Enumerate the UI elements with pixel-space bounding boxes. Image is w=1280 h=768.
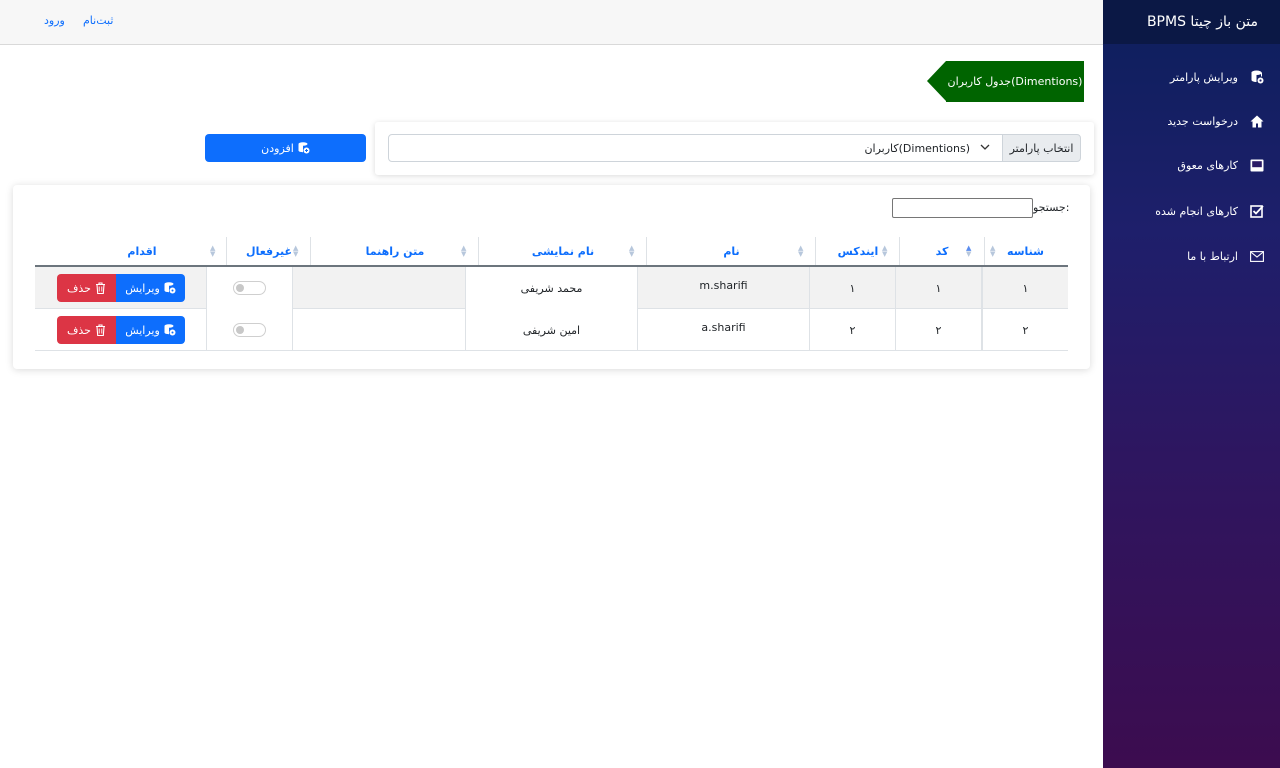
cell-code: ۱ (895, 267, 981, 309)
cell-help-text (292, 309, 465, 351)
cell-display-name: محمد شریفی (465, 267, 637, 309)
sort-icon: ▲ ▼ (293, 244, 299, 258)
cell-index: ۲ (809, 309, 895, 351)
sidebar-item-label: کارهای انجام شده (1155, 204, 1238, 218)
inbox-icon (1250, 158, 1264, 172)
sidebar-item-label: ویرایش پارامتر (1169, 70, 1238, 84)
cell-id: ۲ (981, 309, 1068, 351)
database-gear-icon (164, 282, 176, 294)
column-header-help-text[interactable]: ▲ ▼ متن راهنما (311, 237, 479, 266)
cell-name: a.sharifi (637, 309, 809, 351)
sidebar-item-edit-parameter[interactable]: ویرایش پارامتر (1103, 64, 1280, 90)
delete-button[interactable]: حذف (57, 274, 116, 302)
edit-button[interactable]: ویرایش (116, 316, 185, 344)
cell-display-name: امین شریفی (465, 309, 637, 351)
cell-index: ۱ (809, 267, 895, 309)
page-title: جدول کاربران(Dimentions) (946, 61, 1084, 102)
cell-inactive (206, 309, 292, 351)
sidebar-item-contact-us[interactable]: ارتباط با ما (1103, 243, 1280, 269)
title-ribbon-arrow (927, 61, 946, 101)
parameter-select-label: انتخاب پارامتر (1002, 134, 1081, 162)
sort-icon: ▲ ▼ (461, 244, 467, 258)
search-input[interactable] (892, 198, 1033, 218)
row-actions: حذف ویرایش (57, 274, 185, 302)
sidebar-item-pending-tasks[interactable]: کارهای معوق (1103, 152, 1280, 178)
parameter-select-value: کاربران(Dimentions) (864, 141, 970, 155)
sidebar-item-new-request[interactable]: درخواست جدید (1103, 108, 1280, 134)
register-link[interactable]: ثبت‌نام (83, 14, 113, 27)
home-icon (1250, 114, 1264, 128)
parameter-select[interactable]: کاربران(Dimentions) (388, 134, 1003, 162)
check-square-icon (1250, 204, 1264, 218)
database-gear-icon (1250, 70, 1264, 84)
column-header-action[interactable]: ▲ ▼ اقدام (57, 237, 227, 266)
cell-id: ۱ (981, 267, 1068, 309)
sidebar-brand[interactable]: BPMS متن باز چیتا (1103, 0, 1280, 44)
trash-icon (95, 324, 106, 336)
sidebar-item-completed-tasks[interactable]: کارهای انجام شده (1103, 198, 1280, 224)
top-navbar: ثبت‌نام ورود (0, 0, 1103, 45)
cell-code: ۲ (895, 309, 981, 351)
sidebar-item-label: ارتباط با ما (1187, 249, 1238, 263)
add-button-label: افزودن (261, 141, 294, 155)
delete-button[interactable]: حذف (57, 316, 116, 344)
sort-icon: ▲ ▼ (629, 244, 635, 258)
envelope-icon (1250, 249, 1264, 263)
inactive-toggle[interactable] (233, 323, 266, 337)
inactive-toggle[interactable] (233, 281, 266, 295)
trash-icon (95, 282, 106, 294)
row-actions: حذف ویرایش (57, 316, 185, 344)
sort-icon: ▲ ▼ (990, 244, 996, 258)
chevron-down-icon (980, 143, 990, 153)
sort-icon: ▲ ▼ (798, 244, 804, 258)
edit-button[interactable]: ویرایش (116, 274, 185, 302)
table-row: ۲ ۲ ۲ a.sharifi امین شریفی حذف ویرایش (35, 309, 1068, 351)
database-add-icon (298, 142, 310, 154)
add-button[interactable]: افزودن (205, 134, 366, 162)
sort-icon: ▲ ▼ (210, 244, 216, 258)
search-label: جستجو: (1033, 201, 1070, 214)
sort-asc-icon: ▲ ▼ (966, 244, 972, 258)
column-header-display-name[interactable]: ▲ ▼ نام نمایشی (479, 237, 647, 266)
cell-name: m.sharifi (637, 267, 809, 309)
column-header-id[interactable]: ▲ ▼ شناسه (984, 237, 1067, 266)
sort-icon: ▲ ▼ (882, 244, 888, 258)
parameter-select-card: انتخاب پارامتر کاربران(Dimentions) (375, 122, 1094, 175)
cell-inactive (206, 267, 292, 309)
table-row: ۱ ۱ ۱ m.sharifi محمد شریفی حذف ویرایش (35, 267, 1068, 309)
column-header-inactive[interactable]: ▲ ▼ غیرفعال (227, 237, 311, 266)
column-header-code[interactable]: ▲ ▼ کد (900, 237, 984, 266)
column-header-name[interactable]: ▲ ▼ نام (647, 237, 816, 266)
sidebar-item-label: کارهای معوق (1177, 158, 1238, 172)
sidebar: BPMS متن باز چیتا ویرایش پارامتر درخواست… (1103, 0, 1280, 768)
sidebar-item-label: درخواست جدید (1167, 114, 1238, 128)
database-gear-icon (164, 324, 176, 336)
column-header-index[interactable]: ▲ ▼ ایندکس (816, 237, 900, 266)
login-link[interactable]: ورود (44, 14, 65, 27)
cell-help-text (292, 267, 465, 309)
